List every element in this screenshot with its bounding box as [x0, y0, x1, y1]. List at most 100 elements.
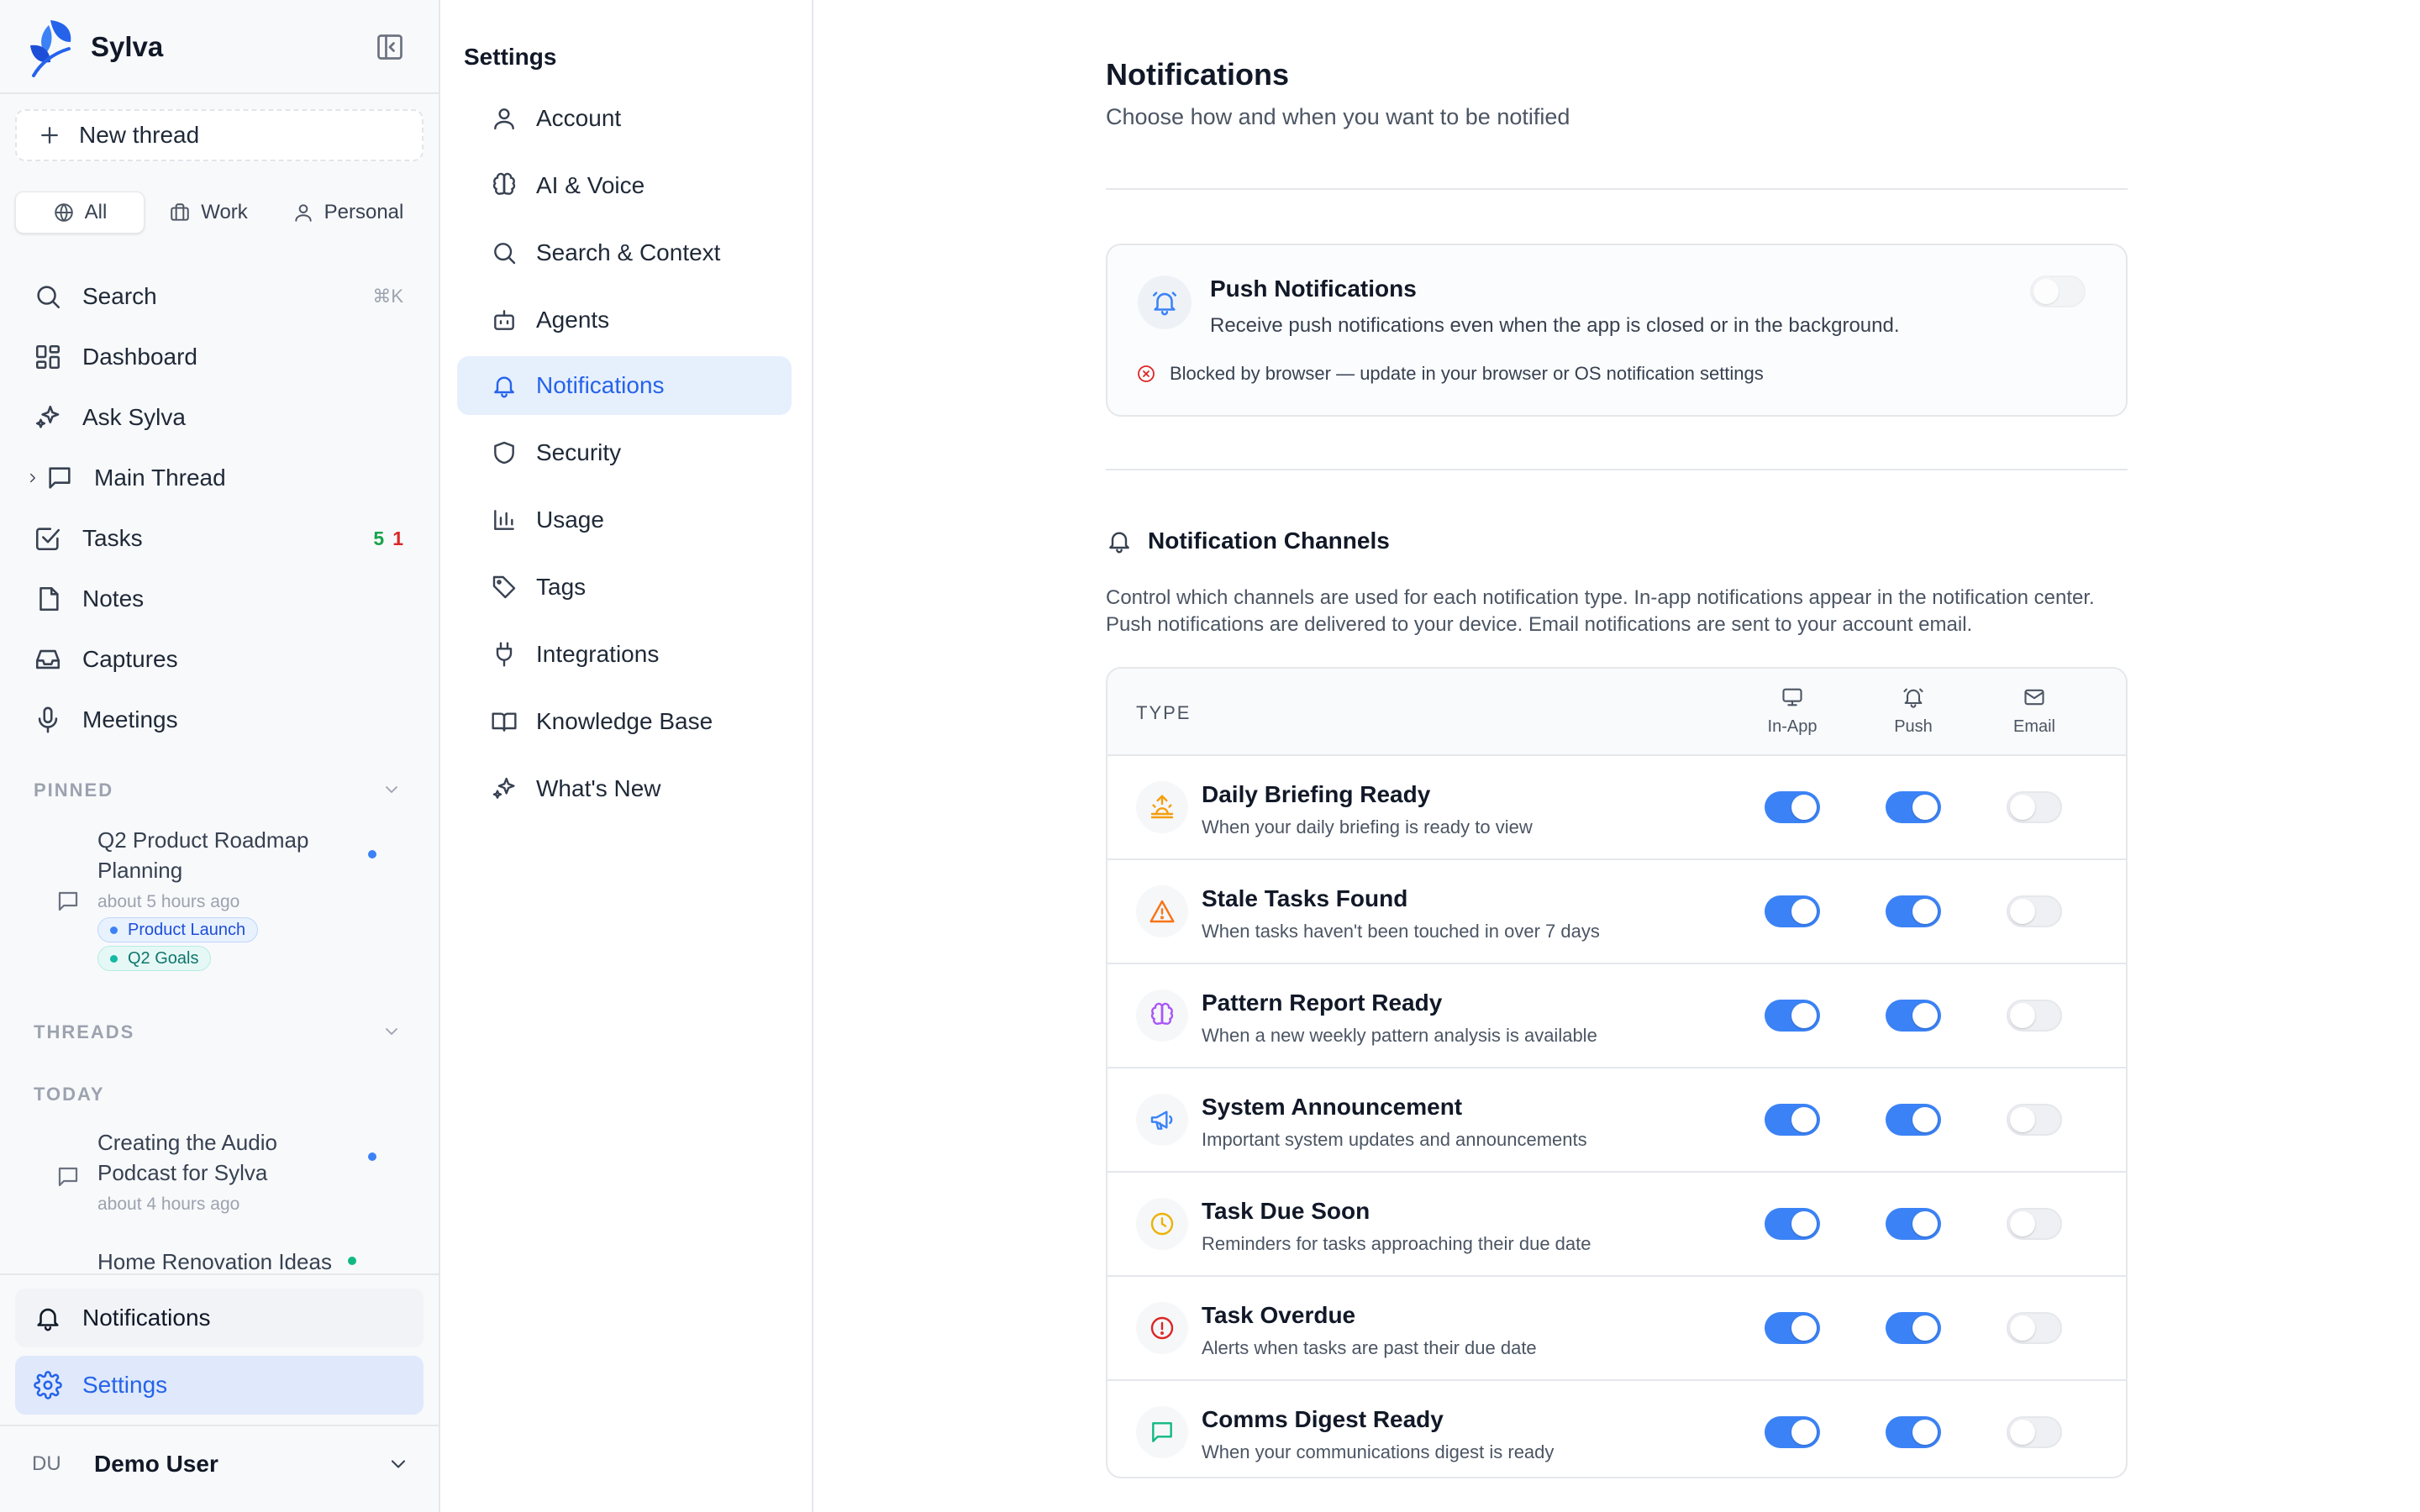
- table-row: System Announcement Important system upd…: [1107, 1068, 2126, 1173]
- settings-item-security[interactable]: Security: [457, 423, 792, 482]
- push-toggle[interactable]: [1886, 895, 1941, 927]
- settings-item-account[interactable]: Account: [457, 89, 792, 148]
- toggle-knob: [1912, 1003, 1938, 1028]
- email-toggle[interactable]: [2007, 1104, 2062, 1136]
- new-thread-button[interactable]: New thread: [15, 109, 424, 161]
- bell-icon: [1109, 532, 1129, 554]
- nav-label: Search: [82, 283, 157, 309]
- tag-dot: [110, 954, 118, 963]
- nav-captures[interactable]: Captures: [15, 633, 424, 685]
- thread-item[interactable]: Home Renovation Ideas: [55, 1247, 408, 1277]
- in-app-toggle[interactable]: [1765, 1208, 1820, 1240]
- in-app-toggle[interactable]: [1765, 1312, 1820, 1344]
- push-toggle[interactable]: [1886, 1312, 1941, 1344]
- push-toggle[interactable]: [1886, 1416, 1941, 1448]
- in-app-toggle[interactable]: [1765, 1000, 1820, 1032]
- email-toggle[interactable]: [2007, 895, 2062, 927]
- thread-item[interactable]: Creating the Audio Podcast for Sylva abo…: [55, 1127, 408, 1215]
- message-icon: [1152, 1422, 1172, 1442]
- email-toggle[interactable]: [2007, 1416, 2062, 1448]
- settings-item-agents[interactable]: Agents: [457, 291, 792, 349]
- email-toggle[interactable]: [2007, 791, 2062, 823]
- settings-title: Settings: [464, 44, 557, 70]
- toggle-knob: [1912, 1315, 1938, 1341]
- note-icon: [39, 586, 59, 612]
- toggle-knob: [2033, 279, 2059, 304]
- new-thread-label: New thread: [79, 122, 200, 148]
- email-toggle[interactable]: [2007, 1208, 2062, 1240]
- row-description: Important system updates and announcemen…: [1202, 1129, 1587, 1150]
- settings-item-label: What's New: [536, 775, 661, 801]
- table-row: Task Due Soon Reminders for tasks approa…: [1107, 1173, 2126, 1277]
- settings-button[interactable]: Settings: [15, 1356, 424, 1415]
- push-notifications-toggle[interactable]: [2030, 276, 2086, 307]
- toggle-knob: [2010, 899, 2035, 924]
- row-description: Reminders for tasks approaching their du…: [1202, 1233, 1591, 1254]
- settings-item-tags[interactable]: Tags: [457, 558, 792, 617]
- scope-label: Work: [201, 201, 248, 223]
- push-toggle[interactable]: [1886, 1104, 1941, 1136]
- scope-all[interactable]: All: [15, 192, 145, 234]
- warning-icon: [1150, 900, 1175, 923]
- nav-notes[interactable]: Notes: [15, 573, 424, 625]
- settings-item-notifications[interactable]: Notifications: [457, 356, 792, 415]
- settings-item-label: Usage: [536, 507, 604, 533]
- toggle-knob: [1791, 795, 1817, 820]
- settings-item-whats-new[interactable]: What's New: [457, 759, 792, 818]
- nav-tasks[interactable]: Tasks 51: [15, 512, 424, 564]
- pinned-thread[interactable]: Q2 Product Roadmap Planning about 5 hour…: [55, 825, 408, 971]
- chevron-down-icon[interactable]: [381, 780, 402, 800]
- chevron-down-icon[interactable]: [381, 1021, 402, 1042]
- toggle-knob: [2010, 1107, 2035, 1132]
- tasks-counts: 51: [373, 528, 403, 550]
- settings-item-integrations[interactable]: Integrations: [457, 625, 792, 684]
- nav-label: Captures: [82, 646, 178, 672]
- scope-personal[interactable]: Personal: [272, 192, 424, 234]
- nav-main-thread[interactable]: Main Thread: [15, 452, 424, 504]
- in-app-toggle[interactable]: [1765, 791, 1820, 823]
- nav-ask-sylva[interactable]: Ask Sylva: [15, 391, 424, 444]
- chevron-right-icon[interactable]: [25, 470, 40, 486]
- in-app-toggle[interactable]: [1765, 1416, 1820, 1448]
- thread-time: about 5 hours ago: [97, 892, 240, 911]
- bar-chart-icon: [494, 510, 514, 530]
- nav-meetings[interactable]: Meetings: [15, 694, 424, 746]
- page-title: Notifications: [1106, 57, 1290, 92]
- channels-title: Notification Channels: [1148, 528, 1390, 554]
- divider: [0, 92, 439, 94]
- settings-item-search-context[interactable]: Search & Context: [457, 223, 792, 282]
- thread-title-text: Home Renovation Ideas: [97, 1249, 332, 1274]
- sidebar-collapse-icon[interactable]: [375, 32, 405, 62]
- row-title: Pattern Report Ready: [1202, 990, 1443, 1016]
- app-name: Sylva: [91, 31, 164, 62]
- push-toggle[interactable]: [1886, 1208, 1941, 1240]
- user-menu[interactable]: DU Demo User: [32, 1443, 410, 1485]
- push-toggle[interactable]: [1886, 791, 1941, 823]
- settings-item-usage[interactable]: Usage: [457, 491, 792, 549]
- toggle-knob: [2010, 1211, 2035, 1236]
- settings-item-ai-voice[interactable]: AI & Voice: [457, 156, 792, 215]
- notifications-button[interactable]: Notifications: [15, 1289, 424, 1347]
- row-icon-badge: [1136, 885, 1188, 937]
- nav-dashboard[interactable]: Dashboard: [15, 331, 424, 383]
- email-toggle[interactable]: [2007, 1000, 2062, 1032]
- tag-product-launch[interactable]: Product Launch: [97, 917, 259, 942]
- push-blocked-warning: Blocked by browser — update in your brow…: [1136, 363, 1764, 385]
- clock-icon: [1150, 1212, 1174, 1236]
- tag-label: Q2 Goals: [128, 948, 199, 968]
- tag-q2-goals[interactable]: Q2 Goals: [97, 946, 212, 971]
- sparkles-icon: [492, 777, 515, 799]
- brand[interactable]: Sylva: [25, 17, 163, 77]
- in-app-toggle[interactable]: [1765, 1104, 1820, 1136]
- settings-item-knowledge-base[interactable]: Knowledge Base: [457, 692, 792, 751]
- email-toggle[interactable]: [2007, 1312, 2062, 1344]
- scope-work[interactable]: Work: [145, 192, 272, 234]
- push-toggle[interactable]: [1886, 1000, 1941, 1032]
- nav-search[interactable]: Search ⌘K: [15, 270, 424, 323]
- message-icon: [58, 1167, 78, 1187]
- bell-ring-icon: [1903, 688, 1923, 708]
- email-column-header: Email: [1988, 685, 2081, 737]
- sunrise-icon: [1150, 795, 1174, 819]
- table-row: Task Overdue Alerts when tasks are past …: [1107, 1277, 2126, 1381]
- in-app-toggle[interactable]: [1765, 895, 1820, 927]
